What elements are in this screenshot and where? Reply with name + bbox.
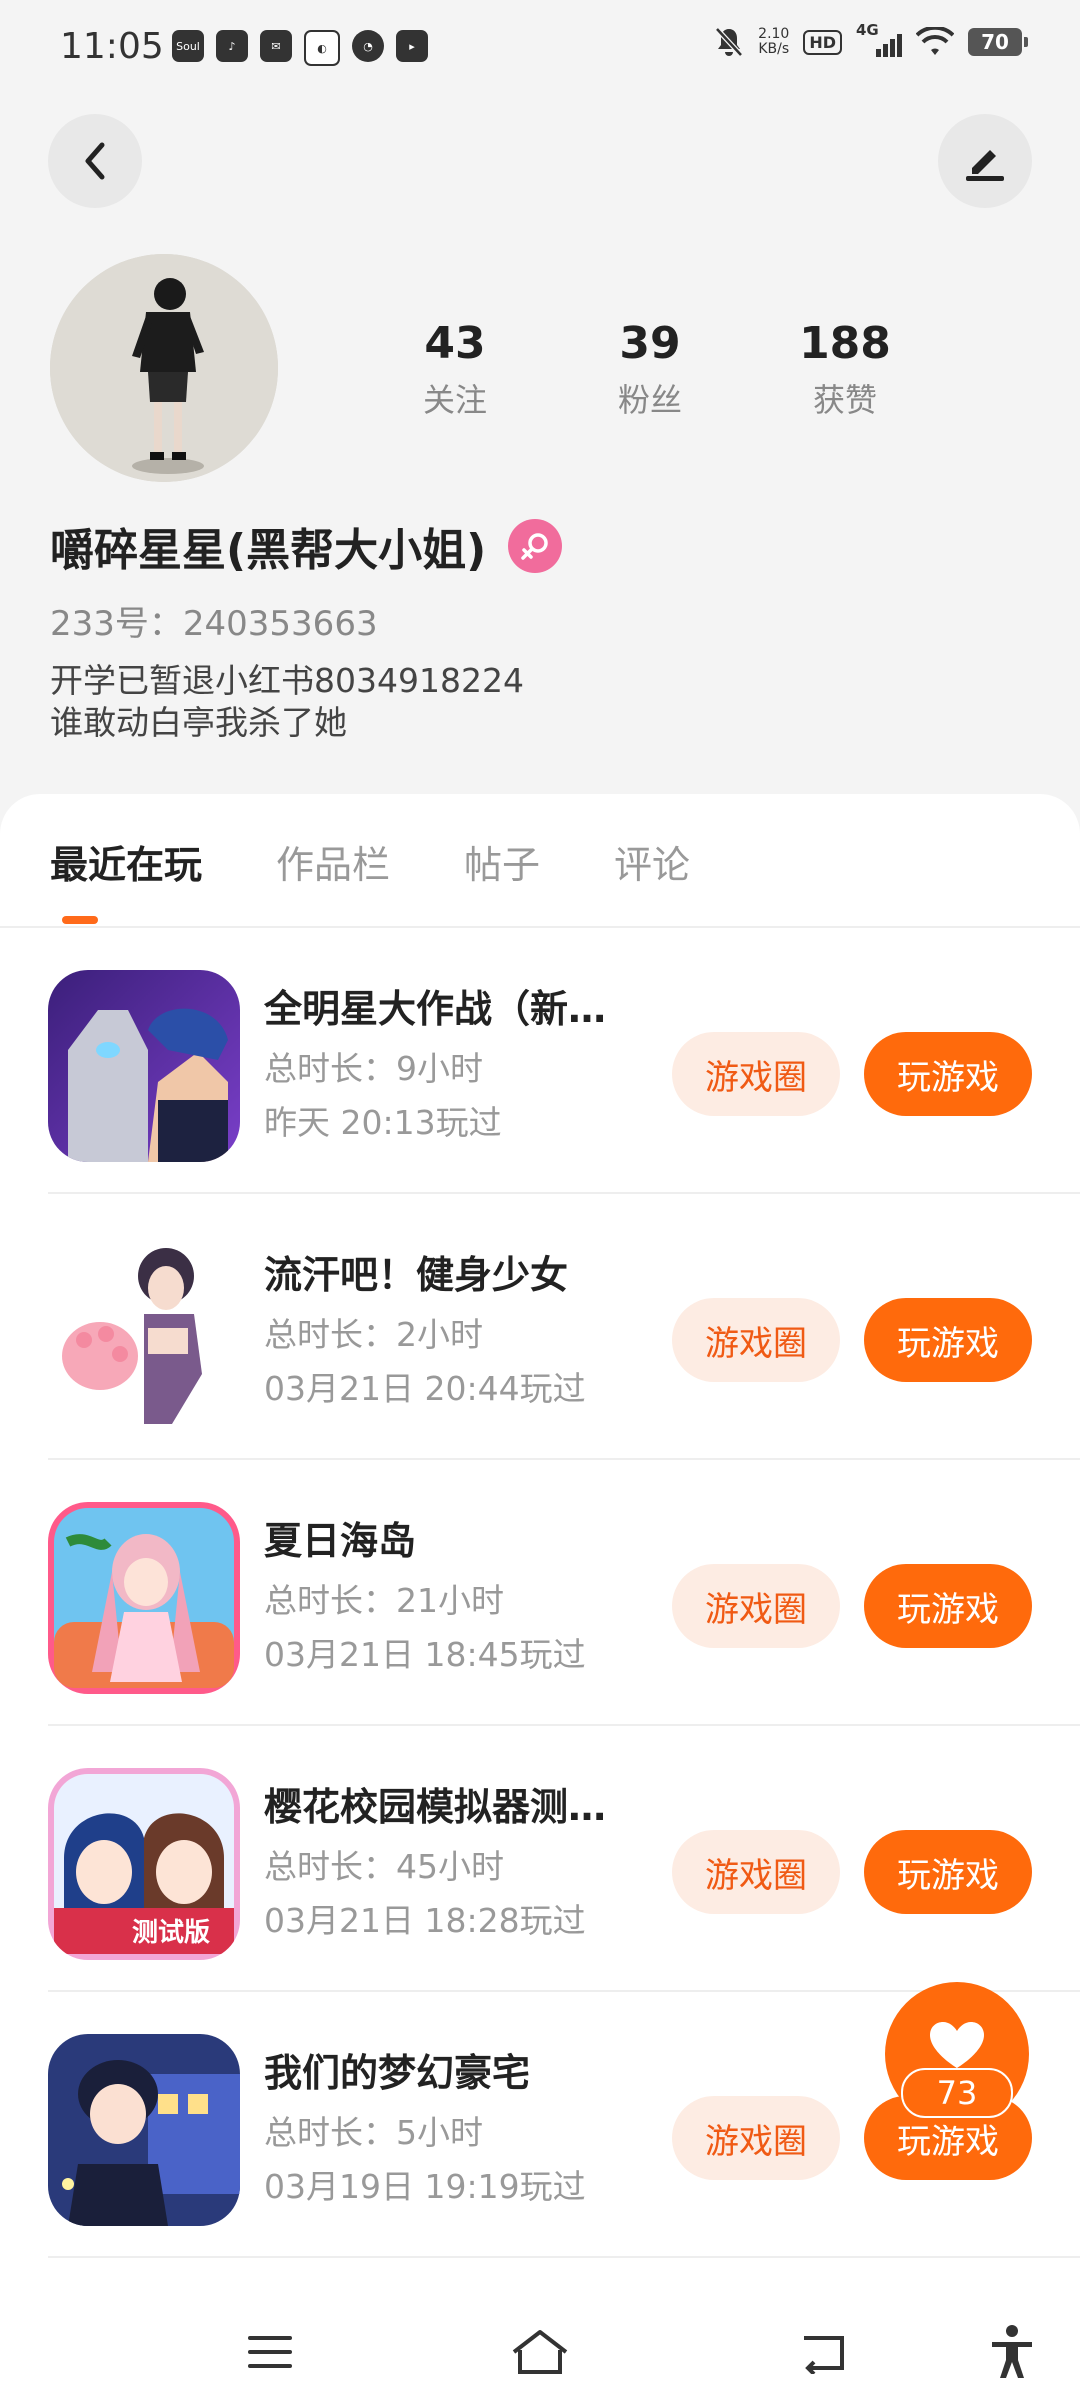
game-title: 樱花校园模拟器测…: [264, 1785, 607, 1829]
game-last-played: 昨天 20:13玩过: [264, 1103, 502, 1142]
status-system-icons: 2.10 KB/s HD 4G 70: [714, 21, 1028, 58]
female-icon: [508, 519, 563, 573]
battery-icon: 70: [968, 28, 1028, 56]
status-time: 11:05: [60, 26, 164, 67]
game-duration: 总时长：9小时: [264, 1049, 483, 1088]
hd-icon: HD: [803, 29, 842, 55]
game-last-played: 03月19日 19:19玩过: [264, 2167, 586, 2206]
heart-icon: [930, 2022, 984, 2068]
play-game-button[interactable]: 玩游戏: [864, 1830, 1032, 1914]
following-label: 关注: [422, 381, 487, 419]
game-icon[interactable]: [48, 970, 240, 1162]
avatar-image: [50, 254, 278, 482]
profile-bio: 开学已暂退小红书8034918224 谁敢动白亭我杀了她: [50, 660, 524, 744]
back-nav-button[interactable]: [784, 2312, 864, 2392]
back-icon: [804, 2336, 844, 2374]
game-row[interactable]: 流汗吧！健身少女 总时长：2小时 03月21日 20:44玩过 游戏圈 玩游戏: [0, 1194, 1080, 1460]
status-bar: 11:05 Soul ♪ ✉ ◐ ◔ ▸ 2.10 KB/s HD 4G 70: [0, 0, 1080, 96]
status-notification-icons: Soul ♪ ✉ ◐ ◔ ▸: [172, 30, 428, 66]
compass-app-icon: ◔: [352, 30, 384, 62]
game-icon[interactable]: [48, 1502, 240, 1694]
chevron-left-icon: [85, 142, 105, 180]
play-game-button[interactable]: 玩游戏: [864, 1298, 1032, 1382]
user-id: 233号：240353663: [50, 604, 378, 644]
game-title: 夏日海岛: [264, 1519, 417, 1563]
home-nav-button[interactable]: [500, 2312, 580, 2392]
mute-icon: [715, 27, 743, 57]
likes-count: 188: [799, 318, 891, 369]
game-duration: 总时长：2小时: [264, 1315, 483, 1354]
game-circle-button[interactable]: 游戏圈: [672, 1830, 840, 1914]
edit-icon: [966, 150, 1004, 181]
game-title: 流汗吧！健身少女: [264, 1253, 569, 1297]
game-circle-button[interactable]: 游戏圈: [672, 2096, 840, 2180]
game-row[interactable]: 测试版 樱花校园模拟器测… 总时长：45小时 03月21日 18:28玩过 游戏…: [0, 1726, 1080, 1992]
game-row[interactable]: 全明星大作战（新… 总时长：9小时 昨天 20:13玩过 游戏圈 玩游戏: [0, 928, 1080, 1194]
game-circle-button[interactable]: 游戏圈: [672, 1564, 840, 1648]
game-icon[interactable]: [48, 2034, 240, 2226]
followers-stat[interactable]: 39 粉丝: [555, 318, 745, 421]
play-game-button[interactable]: 玩游戏: [864, 1564, 1032, 1648]
profile-nickname-row: 嚼碎星星(黑帮大小姐): [50, 514, 563, 578]
game-icon[interactable]: [48, 1236, 240, 1428]
following-stat[interactable]: 43 关注: [360, 318, 550, 421]
following-count: 43: [424, 318, 486, 369]
game-row[interactable]: 夏日海岛 总时长：21小时 03月21日 18:45玩过 游戏圈 玩游戏: [0, 1460, 1080, 1726]
tiktok-app-icon: ♪: [216, 30, 248, 62]
game-duration: 总时长：45小时: [264, 1847, 504, 1886]
signal-icon: 4G: [856, 21, 902, 57]
like-button[interactable]: 73: [885, 1982, 1029, 2126]
game-last-played: 03月21日 18:28玩过: [264, 1901, 586, 1940]
menu-icon: [248, 2336, 292, 2368]
followers-label: 粉丝: [617, 381, 682, 419]
game-title: 全明星大作战（新…: [264, 987, 607, 1031]
tab-works[interactable]: 作品栏: [276, 834, 390, 889]
mail-app-icon: ✉: [260, 30, 292, 62]
game-duration: 总时长：5小时: [264, 2113, 483, 2152]
wifi-icon: [916, 27, 954, 55]
edit-profile-button[interactable]: [938, 114, 1032, 208]
game-title: 我们的梦幻豪宅: [264, 2051, 531, 2095]
likes-label: 获赞: [812, 381, 877, 419]
like-count: 73: [901, 2068, 1013, 2118]
game-last-played: 03月21日 18:45玩过: [264, 1635, 586, 1674]
tab-posts[interactable]: 帖子: [464, 834, 540, 889]
followers-count: 39: [619, 318, 681, 369]
play-game-button[interactable]: 玩游戏: [864, 1032, 1032, 1116]
profile-nickname: 嚼碎星星(黑帮大小姐): [50, 525, 487, 576]
tab-comments[interactable]: 评论: [614, 834, 690, 889]
back-button[interactable]: [48, 114, 142, 208]
game-last-played: 03月21日 20:44玩过: [264, 1369, 586, 1408]
accessibility-nav-button[interactable]: [972, 2312, 1052, 2392]
soul-app-icon: Soul: [172, 30, 204, 62]
active-tab-indicator: [62, 916, 98, 924]
profile-stats: 43 关注 39 粉丝 188 获赞: [360, 318, 940, 421]
bio-line: 开学已暂退小红书8034918224: [50, 661, 524, 700]
game-icon-badge: 测试版: [132, 1918, 211, 1948]
game-duration: 总时长：21小时: [264, 1581, 504, 1620]
likes-stat[interactable]: 188 获赞: [750, 318, 940, 421]
system-nav-bar: [0, 2292, 1080, 2404]
game-icon[interactable]: 测试版: [48, 1768, 240, 1960]
home-icon: [512, 2330, 568, 2374]
bio-line: 谁敢动白亭我杀了她: [50, 703, 347, 742]
game-circle-button[interactable]: 游戏圈: [672, 1032, 840, 1116]
tab-recently-played[interactable]: 最近在玩: [50, 834, 202, 889]
menu-nav-button[interactable]: [230, 2312, 310, 2392]
browser-app-icon: ◐: [304, 30, 340, 66]
accessibility-icon: [992, 2325, 1032, 2378]
media-app-icon: ▸: [396, 30, 428, 62]
game-circle-button[interactable]: 游戏圈: [672, 1298, 840, 1382]
profile-tabs: 最近在玩 作品栏 帖子 评论: [50, 834, 690, 889]
network-speed: 2.10 KB/s: [758, 26, 790, 57]
avatar[interactable]: [50, 254, 278, 482]
